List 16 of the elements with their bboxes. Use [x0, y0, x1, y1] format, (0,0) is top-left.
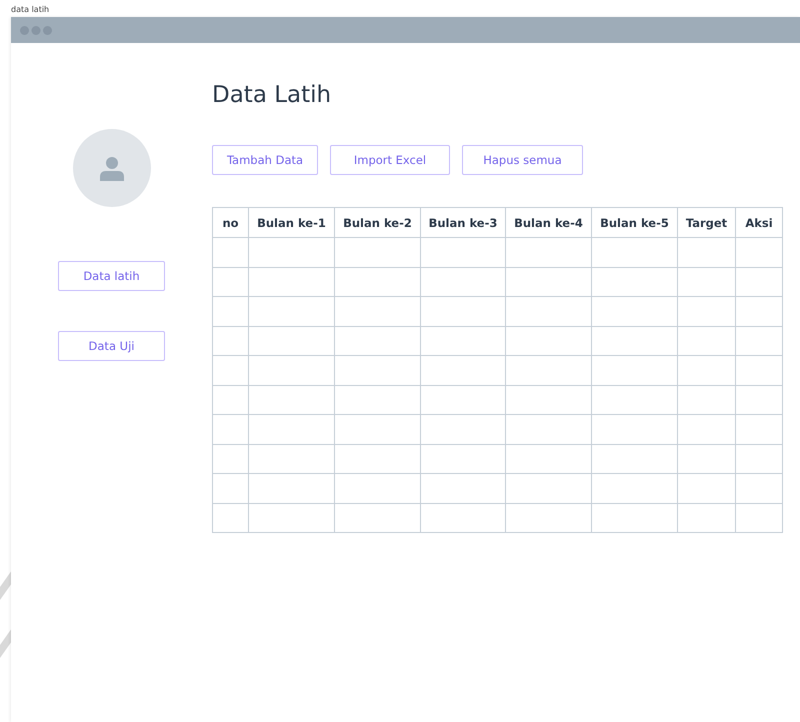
nav-button[interactable]: Data latih [58, 261, 165, 291]
nav-button[interactable]: Data Uji [58, 331, 165, 361]
toolbar-button[interactable]: Tambah Data [212, 145, 318, 175]
column-header: Bulan ke-2 [334, 208, 420, 238]
column-header: Bulan ke-3 [420, 208, 506, 238]
column-header: Aksi [736, 208, 782, 238]
column-header: no [212, 208, 248, 238]
column-header: Bulan ke-5 [592, 208, 678, 238]
frame-label: data latih [10, 4, 50, 16]
column-header: Target [678, 208, 736, 238]
column-header: Bulan ke-4 [506, 208, 592, 238]
user-icon [98, 155, 124, 181]
toolbar-button[interactable]: Import Excel [330, 145, 450, 175]
column-header: Bulan ke-1 [248, 208, 334, 238]
page-title: Data Latih [212, 81, 332, 109]
toolbar-button[interactable]: Hapus semua [462, 145, 583, 175]
